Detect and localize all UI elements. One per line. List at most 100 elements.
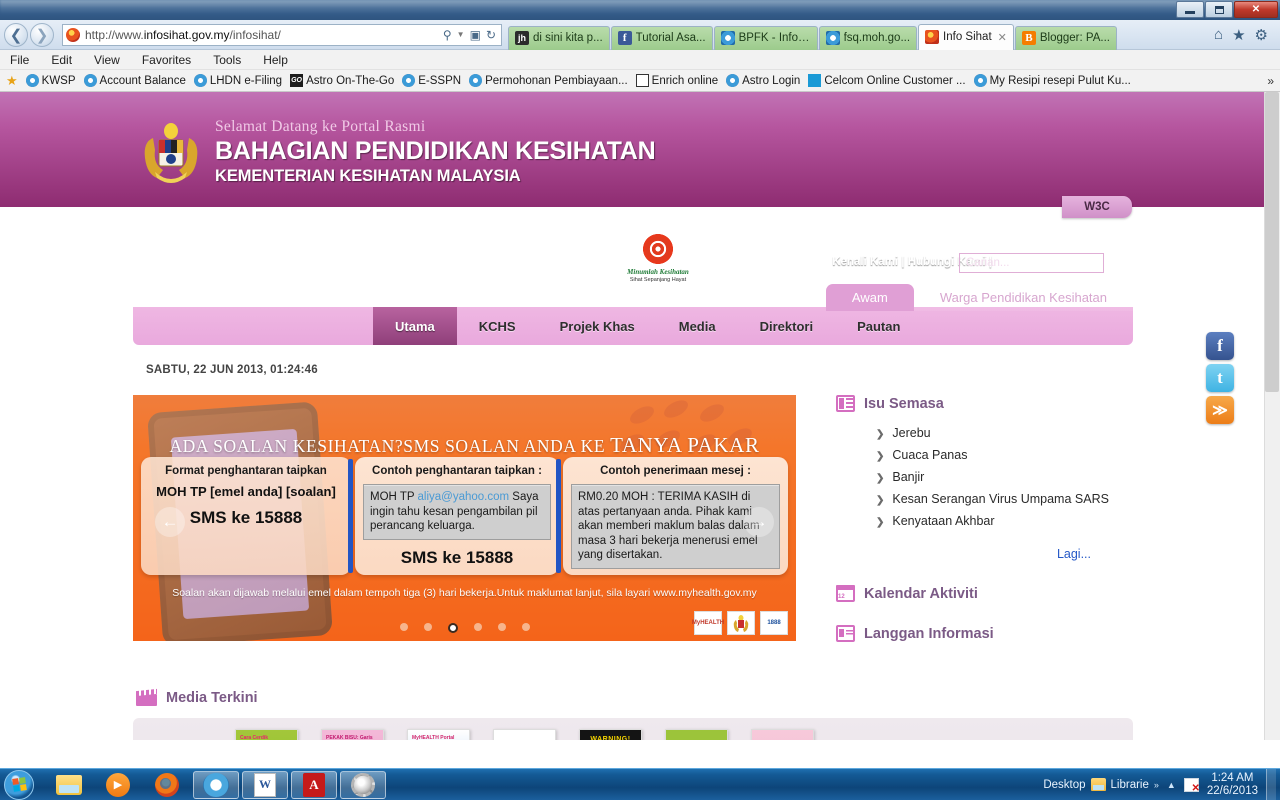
search-input[interactable]: Carian... (959, 253, 1104, 273)
taskbar-windows-explorer[interactable] (46, 771, 92, 799)
panel-b-body-pre: MOH TP (370, 491, 418, 503)
forward-button[interactable]: ❯ (30, 22, 54, 47)
clock[interactable]: 1:24 AM 22/6/2013 (1207, 772, 1258, 798)
taskbar-windows-media-player[interactable]: ▶ (95, 771, 141, 799)
compatibility-view-icon[interactable]: ▣ (470, 28, 481, 42)
back-button[interactable]: ❮ (4, 22, 28, 47)
menu-file[interactable]: File (10, 53, 29, 67)
favorite-item[interactable]: E-SSPN (402, 74, 461, 87)
favorites-star-icon[interactable]: ★ (6, 74, 18, 87)
tab-awam[interactable]: Awam (825, 284, 914, 311)
media-thumbnail[interactable]: MyHEALTH Portal (407, 729, 470, 740)
list-item[interactable]: ❯ Kenyataan Akhbar (876, 511, 1136, 533)
tab-warga-pendidikan-kesihatan[interactable]: Warga Pendidikan Kesihatan (913, 284, 1133, 311)
favorites-star-icon[interactable]: ★ (1232, 26, 1245, 44)
tray-desktop-toolbar[interactable]: Desktop Librarie » (1043, 778, 1159, 791)
banner-title-normal: ADA SOALAN KESIHATAN?SMS SOALAN ANDA KE (169, 436, 611, 456)
browser-tab[interactable]: BPFK - Infor... (713, 25, 818, 50)
search-icon[interactable]: ⚲ (1107, 252, 1125, 271)
media-thumbnail[interactable]: Ciri-Ciri Autisme (751, 729, 814, 740)
home-icon[interactable]: ⌂ (1214, 26, 1223, 43)
favorite-item[interactable]: Account Balance (83, 74, 186, 87)
media-thumbnail[interactable]: Cara Cerdik Menyusukan (235, 729, 298, 740)
list-item[interactable]: ❯ Banjir (876, 467, 1136, 489)
refresh-icon[interactable]: ↻ (486, 28, 496, 42)
chevron-down-icon[interactable]: ▼ (457, 30, 465, 39)
search-icon[interactable]: ⚲ (443, 28, 452, 42)
infosihat-icon (925, 30, 940, 44)
close-tab-icon[interactable]: ✕ (998, 31, 1007, 44)
favorite-item[interactable]: Astro Login (726, 74, 800, 87)
favorite-item[interactable]: My Resipi resepi Pulut Ku... (973, 74, 1131, 87)
gear-icon[interactable]: ⚙ (1255, 26, 1268, 44)
favorite-item[interactable]: Enrich online (635, 74, 718, 87)
show-desktop-button[interactable] (1266, 768, 1276, 801)
isu-semasa-more-link[interactable]: Lagi... (836, 547, 1091, 561)
taskbar-utility-app[interactable] (340, 770, 386, 799)
nav-item-kchs[interactable]: KCHS (457, 307, 538, 345)
browser-tab[interactable]: jh di sini kita p... (508, 25, 610, 50)
media-thumbnail[interactable]: WARNING! Rokok (579, 729, 642, 740)
nav-item-pautan[interactable]: Pautan (835, 307, 922, 345)
w3c-badge[interactable]: W3C (1062, 196, 1132, 218)
favorite-item[interactable]: Permohonan Pembiayaan... (469, 74, 628, 87)
twitter-icon[interactable]: t (1206, 364, 1234, 392)
restore-button[interactable] (1205, 1, 1233, 18)
favorite-item[interactable]: GO Astro On-The-Go (290, 74, 394, 87)
menu-view[interactable]: View (94, 53, 120, 67)
favorites-overflow-icon[interactable]: » (1267, 74, 1274, 88)
slide-dot[interactable] (497, 623, 506, 631)
libraries-icon (1090, 778, 1106, 791)
favorite-item[interactable]: KWSP (25, 74, 76, 87)
menu-help[interactable]: Help (263, 53, 288, 67)
menu-tools[interactable]: Tools (213, 53, 241, 67)
nav-item-media[interactable]: Media (657, 307, 738, 345)
section-langgan-informasi-header[interactable]: Langgan Informasi (836, 625, 1136, 642)
media-thumbnail[interactable]: Attention Deficit Hyperactivity Disorder… (665, 729, 728, 740)
taskbar-microsoft-word[interactable]: W (242, 770, 288, 799)
section-kalendar-aktiviti-header[interactable]: Kalendar Aktiviti (836, 585, 1136, 602)
favorite-item[interactable]: Celcom Online Customer ... (808, 74, 966, 87)
enrich-icon (635, 74, 649, 87)
page-scrollbar[interactable] (1264, 92, 1280, 740)
media-thumbnail[interactable]: Sambutan HARI AIDS Sambutan HARI AIDS SE… (493, 729, 556, 740)
slide-dot[interactable] (521, 623, 530, 631)
nav-item-projek-khas[interactable]: Projek Khas (538, 307, 657, 345)
menu-edit[interactable]: Edit (51, 53, 72, 67)
network-icon[interactable] (1183, 777, 1200, 794)
tray-overflow-icon[interactable]: » (1154, 780, 1159, 790)
browser-tab[interactable]: fsq.moh.go... (818, 25, 918, 50)
scrollbar-thumb[interactable] (1265, 92, 1279, 392)
taskbar-adobe-reader[interactable]: A (291, 770, 337, 799)
media-thumbnail[interactable]: PEKAK BISU: Garis Panduan & Manual Aktiv… (321, 729, 384, 740)
list-item[interactable]: ❯ Cuaca Panas (876, 445, 1136, 467)
nav-item-direktori[interactable]: Direktori (738, 307, 835, 345)
favorite-item[interactable]: LHDN e-Filing (193, 74, 282, 87)
close-button[interactable]: ✕ (1234, 1, 1278, 18)
slide-dot[interactable] (399, 623, 408, 631)
banner-prev-button[interactable]: ← (155, 507, 185, 537)
social-links-rail: f t ≫ (1206, 332, 1234, 424)
banner-next-button[interactable]: → (744, 507, 774, 537)
address-bar[interactable]: http://www.infosihat.gov.my/infosihat/ ⚲… (62, 23, 502, 46)
window-controls: ✕ (1176, 1, 1278, 18)
list-item[interactable]: ❯ Kesan Serangan Virus Umpama SARS (876, 489, 1136, 511)
show-hidden-icons-button[interactable]: ▲ (1167, 780, 1176, 790)
facebook-icon[interactable]: f (1206, 332, 1234, 360)
taskbar-firefox[interactable] (144, 771, 190, 799)
browser-tab-active[interactable]: Info Sihat ✕ (918, 23, 1014, 50)
taskbar-internet-explorer[interactable] (193, 770, 239, 799)
slide-dot-active[interactable] (447, 623, 458, 633)
minimize-button[interactable] (1176, 1, 1204, 18)
browser-tab[interactable]: f Tutorial Asa... (610, 25, 713, 50)
list-item[interactable]: ❯ Jerebu (876, 423, 1136, 445)
start-button[interactable] (4, 769, 34, 800)
blogger-icon: B (1021, 31, 1036, 45)
menu-favorites[interactable]: Favorites (142, 53, 191, 67)
browser-tab[interactable]: B Blogger: PA... (1014, 25, 1117, 50)
rss-icon[interactable]: ≫ (1206, 396, 1234, 424)
slide-dot[interactable] (423, 623, 432, 631)
nav-item-utama[interactable]: Utama (373, 307, 457, 345)
favorite-label: Astro Login (742, 74, 801, 87)
slide-dot[interactable] (473, 623, 482, 631)
